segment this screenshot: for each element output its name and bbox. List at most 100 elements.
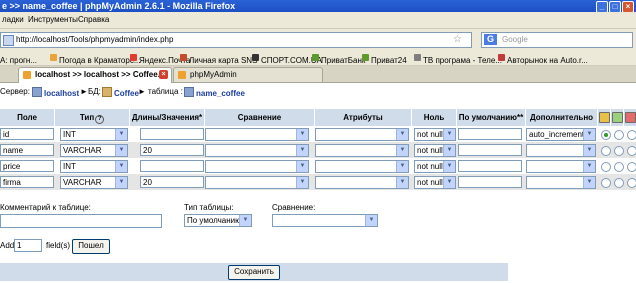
unique-radio[interactable] xyxy=(627,130,636,140)
breadcrumb: Сервер: localhost ► БД: Coffee ► таблица… xyxy=(0,86,636,100)
table-row: price INT ▼ ▼ ▼ not null ▼ ▼ xyxy=(0,158,636,174)
field-null-select[interactable]: not null ▼ xyxy=(414,160,456,173)
field-collation-select[interactable]: ▼ xyxy=(205,128,309,141)
field-extra-select[interactable]: ▼ xyxy=(526,176,596,189)
privatbank-icon xyxy=(312,54,319,61)
tab-label: localhost >> localhost >> Coffee... xyxy=(35,70,165,79)
tab-close-icon[interactable]: × xyxy=(159,70,168,79)
index-radio[interactable] xyxy=(614,178,624,188)
field-length-input[interactable]: 20 xyxy=(140,144,204,156)
table-type-select[interactable]: По умолчанию ▼ xyxy=(184,214,252,227)
tab-phpmyadmin[interactable]: phpMyAdmin xyxy=(173,67,323,82)
chevron-down-icon: ▼ xyxy=(115,161,127,172)
bookmark-item[interactable]: Погода в Краматорс... xyxy=(50,53,141,65)
col-header-attributes: Атрибуты xyxy=(315,109,412,126)
navigation-bar: http://localhost/Tools/phpmyadmin/index.… xyxy=(0,29,636,50)
field-length-input[interactable] xyxy=(140,128,204,140)
add-fields-go-button[interactable]: Пошел xyxy=(72,239,110,254)
db-label: БД: xyxy=(88,87,101,96)
save-button[interactable]: Сохранить xyxy=(228,265,280,280)
field-null-select[interactable]: not null ▼ xyxy=(414,128,456,141)
field-extra-select[interactable]: ▼ xyxy=(526,144,596,157)
field-type-select[interactable]: VARCHAR ▼ xyxy=(60,176,128,189)
url-text: http://localhost/Tools/phpmyadmin/index.… xyxy=(16,35,174,44)
menu-item-bookmarks[interactable]: ладки xyxy=(2,15,24,24)
primary-radio[interactable] xyxy=(601,178,611,188)
unique-radio[interactable] xyxy=(627,146,636,156)
field-default-input[interactable] xyxy=(458,160,522,172)
database-link[interactable]: Coffee xyxy=(102,87,139,98)
field-extra-select[interactable]: auto_increment ▼ xyxy=(526,128,596,141)
table-row: id INT ▼ ▼ ▼ not null ▼ auto_increment ▼ xyxy=(0,126,636,142)
field-type-select[interactable]: INT ▼ xyxy=(60,160,128,173)
field-length-input[interactable]: 20 xyxy=(140,176,204,188)
field-attributes-select[interactable]: ▼ xyxy=(315,128,409,141)
field-attributes-select[interactable]: ▼ xyxy=(315,176,409,189)
field-extra-select[interactable]: ▼ xyxy=(526,160,596,173)
server-link[interactable]: localhost xyxy=(32,87,79,98)
primary-radio[interactable] xyxy=(601,162,611,172)
tab-localhost[interactable]: localhost >> localhost >> Coffee... × xyxy=(18,67,172,83)
field-name-input[interactable]: name xyxy=(0,144,54,156)
field-collation-select[interactable]: ▼ xyxy=(205,160,309,173)
field-attributes-select[interactable]: ▼ xyxy=(315,144,409,157)
bookmark-item[interactable]: Авторынок на Auto.r... xyxy=(498,53,588,65)
field-length-input[interactable] xyxy=(140,160,204,172)
search-placeholder: Google xyxy=(502,35,528,44)
url-input[interactable]: http://localhost/Tools/phpmyadmin/index.… xyxy=(0,32,472,48)
chevron-down-icon: ▼ xyxy=(115,145,127,156)
search-input[interactable]: G Google xyxy=(481,32,633,48)
yandex-icon xyxy=(130,54,137,61)
field-null-select[interactable]: not null ▼ xyxy=(414,176,456,189)
unique-radio[interactable] xyxy=(627,178,636,188)
menu-item-tools[interactable]: Инструменты xyxy=(28,15,78,24)
phpmyadmin-icon xyxy=(23,71,31,79)
help-icon[interactable]: ? xyxy=(95,115,105,124)
star-bookmark-icon[interactable]: ☆ xyxy=(453,34,462,45)
bookmark-item[interactable]: СПОРТ.COM.UA xyxy=(252,53,322,65)
primary-radio[interactable] xyxy=(601,146,611,156)
index-radio[interactable] xyxy=(614,162,624,172)
index-radio[interactable] xyxy=(614,130,624,140)
table-label: таблица : xyxy=(148,87,183,96)
tab-label: phpMyAdmin xyxy=(190,70,237,79)
bookmark-item[interactable]: Личная карта SNS xyxy=(180,53,257,65)
phpmyadmin-icon xyxy=(178,71,186,79)
chevron-down-icon: ▼ xyxy=(396,145,408,156)
bookmark-item[interactable]: Яндекс.Почта xyxy=(130,53,190,65)
primary-radio[interactable] xyxy=(601,130,611,140)
field-name-input[interactable]: firma xyxy=(0,176,54,188)
unique-radio[interactable] xyxy=(627,162,636,172)
page-favicon-icon xyxy=(3,35,14,46)
field-collation-select[interactable]: ▼ xyxy=(205,144,309,157)
col-header-primary xyxy=(598,109,611,126)
privat24-icon xyxy=(362,54,369,61)
window-title: e >> name_coffee | phpMyAdmin 2.6.1 - Mo… xyxy=(2,1,236,11)
field-null-select[interactable]: not null ▼ xyxy=(414,144,456,157)
add-fields-count-input[interactable]: 1 xyxy=(14,239,42,252)
bookmark-item[interactable]: ПриватБанк xyxy=(312,53,365,65)
field-default-input[interactable] xyxy=(458,176,522,188)
chevron-down-icon: ▼ xyxy=(396,161,408,172)
menu-item-help[interactable]: Справка xyxy=(78,15,109,24)
field-attributes-select[interactable]: ▼ xyxy=(315,160,409,173)
crumb-separator-icon: ► xyxy=(138,87,146,96)
field-collation-select[interactable]: ▼ xyxy=(205,176,309,189)
bookmark-item[interactable]: ТВ програма - Теле... xyxy=(414,53,502,65)
bookmarks-toolbar: A: прогн... Погода в Краматорс... Яндекс… xyxy=(0,50,636,66)
google-icon[interactable]: G xyxy=(484,34,497,45)
field-default-input[interactable] xyxy=(458,144,522,156)
chevron-down-icon: ▼ xyxy=(296,161,308,172)
table-link[interactable]: name_coffee xyxy=(184,87,245,98)
table-collation-select[interactable]: ▼ xyxy=(272,214,378,227)
bookmark-item[interactable]: Приват24 xyxy=(362,53,407,65)
field-name-input[interactable]: price xyxy=(0,160,54,172)
index-radio[interactable] xyxy=(614,146,624,156)
table-comment-input[interactable] xyxy=(0,214,162,228)
sns-icon xyxy=(180,54,187,61)
field-default-input[interactable] xyxy=(458,128,522,140)
col-header-extra: Дополнительно xyxy=(526,109,598,126)
field-name-input[interactable]: id xyxy=(0,128,54,140)
field-type-select[interactable]: INT ▼ xyxy=(60,128,128,141)
field-type-select[interactable]: VARCHAR ▼ xyxy=(60,144,128,157)
